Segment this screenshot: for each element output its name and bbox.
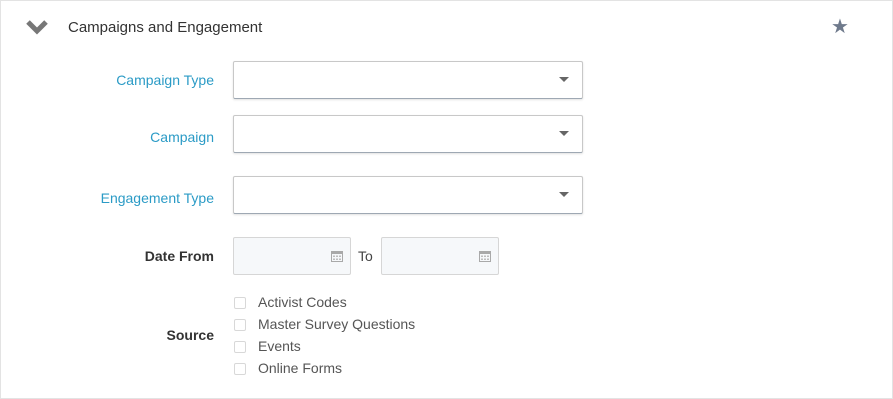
dropdown-caret-icon (559, 77, 569, 82)
campaign-type-select[interactable] (233, 61, 583, 99)
star-icon[interactable]: ★ (831, 15, 849, 39)
dropdown-caret-icon (559, 192, 569, 197)
source-option-label: Activist Codes (258, 294, 347, 310)
campaign-label: Campaign (150, 129, 214, 145)
source-label: Source (166, 327, 214, 343)
dropdown-caret-icon (559, 131, 569, 136)
campaign-select[interactable] (233, 115, 583, 153)
campaign-type-label: Campaign Type (116, 72, 214, 88)
date-from-label: Date From (144, 248, 214, 264)
chevron-down-icon[interactable] (25, 19, 49, 35)
calendar-icon (331, 251, 343, 262)
checkbox[interactable] (234, 341, 246, 353)
checkbox[interactable] (234, 297, 246, 309)
checkbox[interactable] (234, 363, 246, 375)
panel-title: Campaigns and Engagement (68, 19, 263, 36)
engagement-type-label: Engagement Type (100, 190, 214, 206)
checkbox[interactable] (234, 319, 246, 331)
date-to-label: To (358, 248, 373, 264)
date-to-input[interactable] (381, 237, 499, 275)
source-option-label: Master Survey Questions (258, 316, 416, 332)
source-option-label: Online Forms (258, 360, 343, 376)
campaigns-engagement-panel: Campaigns and Engagement ★ Campaign Type… (0, 0, 893, 399)
source-option-label: Events (258, 338, 301, 354)
date-from-input[interactable] (233, 237, 351, 275)
engagement-type-select[interactable] (233, 176, 583, 214)
calendar-icon (479, 251, 491, 262)
